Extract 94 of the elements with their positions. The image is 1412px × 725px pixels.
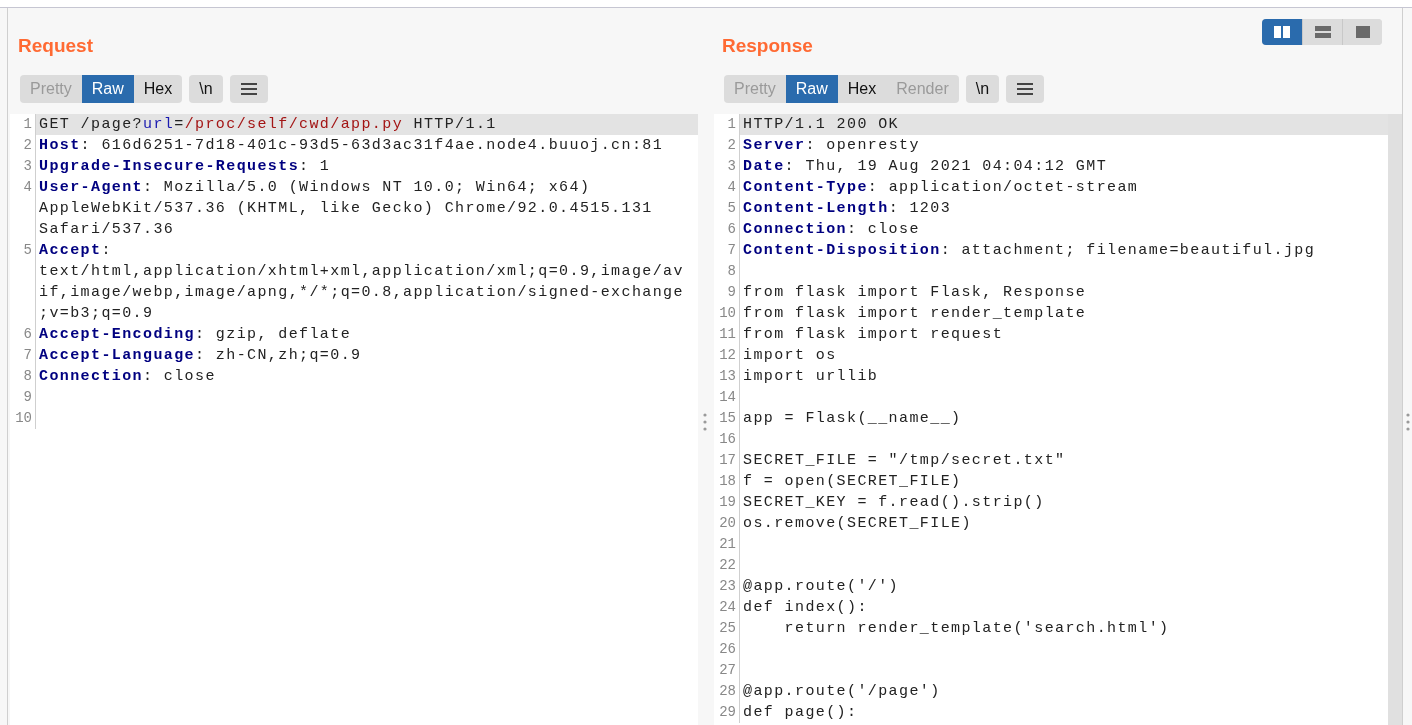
code-line: @app.route('/') [743,577,900,597]
view-tab[interactable]: Raw [785,75,838,103]
code-line: SECRET_KEY = f.read().strip() [743,493,1045,513]
line-number: 6 [23,325,32,344]
menu-icon [240,83,257,95]
code-line: Host: 616d6251-7d18-401c-93d5-63d3ac31f4ae.node4.buuoj.cn:81 [39,136,664,156]
code-line: Accept: [39,241,113,261]
code-line: app = Flask(__name__) [743,409,962,429]
line-number: 25 [719,619,736,638]
line-number: 8 [727,262,736,281]
drag-handle-icon[interactable] [703,411,707,432]
code-line: Accept-Encoding: gzip, deflate [39,325,352,345]
line-number: 5 [23,241,32,260]
menu-icon [1017,83,1034,95]
line-number: 7 [727,241,736,260]
code-line: Date: Thu, 19 Aug 2021 04:04:12 GMT [743,157,1108,177]
line-number: 24 [719,598,736,617]
line-number: 15 [719,409,736,428]
line-number: 8 [23,367,32,386]
code-line: Content-Type: application/octet-stream [743,178,1139,198]
line-number: 21 [719,535,736,554]
code-line: Server: openresty [743,136,920,156]
line-number: 28 [719,682,736,701]
line-number: 16 [719,430,736,449]
line-number: 11 [719,325,736,344]
line-number: 3 [727,157,736,176]
code-line: Safari/537.36 [39,220,176,240]
line-number: 6 [727,220,736,239]
code-line: import os [743,346,837,366]
line-number: 23 [719,577,736,596]
code-line: User-Agent: Mozilla/5.0 (Windows NT 10.0; Win64; x64) [39,178,592,198]
line-number: 12 [719,346,736,365]
code-line: AppleWebKit/537.36 (KHTML, like Gecko) Chrome/92.0.4515.131 [39,199,653,219]
code-line: os.remove(SECRET_FILE) [743,514,972,534]
layout-button[interactable] [1342,19,1382,45]
split-columns-icon [1274,26,1290,38]
code-line: Content-Length: 1203 [743,199,952,219]
single-pane-icon [1355,26,1370,38]
code-line: if,image/webp,image/apng,*/*;q=0.8,application/signed-exchange [39,283,684,303]
code-line: from flask import Flask, Response [743,283,1087,303]
newline-toggle-button[interactable]: \n [189,75,223,103]
code-line: Connection: close [39,367,216,387]
line-number: 2 [727,136,736,155]
line-number: 5 [727,199,736,218]
menu-button[interactable] [229,75,268,103]
code-line: @app.route('/page') [743,682,941,702]
code-line: import urllib [743,367,879,387]
line-number: 10 [719,304,736,323]
line-number: 7 [23,346,32,365]
code-line: from flask import render_template [743,304,1087,324]
code-line: Upgrade-Insecure-Requests: 1 [39,157,331,177]
line-number: 20 [719,514,736,533]
split-rows-icon [1314,26,1331,38]
line-number: 29 [719,703,736,722]
drag-handle-icon[interactable] [1405,411,1410,432]
code-line: Connection: close [743,220,920,240]
newline-toggle-button[interactable]: \n [965,75,1000,103]
line-number: 13 [719,367,736,386]
line-number: 19 [719,493,736,512]
line-number: 14 [719,388,736,407]
line-number: 18 [719,472,736,491]
code-line: Accept-Language: zh-CN,zh;q=0.9 [39,346,362,366]
line-number: 26 [719,640,736,659]
view-tab[interactable]: Raw [81,75,134,103]
code-line: ;v=b3;q=0.9 [39,304,155,324]
line-number: 4 [727,178,736,197]
code-line: def index(): [743,598,868,618]
line-number: 27 [719,661,736,680]
line-number: 10 [15,409,32,428]
line-number: 9 [23,388,32,407]
code-line: f = open(SECRET_FILE) [743,472,962,492]
code-line: def page(): [743,703,858,723]
code-line: SECRET_FILE = "/tmp/secret.txt" [743,451,1066,471]
code-line: text/html,application/xhtml+xml,application/xml;q=0.9,image/av [39,262,684,282]
code-line: from flask import request [743,325,1004,345]
line-number: 4 [23,178,32,197]
line-number: 2 [23,136,32,155]
code-line: GET /page?url=/proc/self/cwd/app.py HTTP/1.1 [39,115,497,135]
line-number: 17 [719,451,736,470]
code-line: return render_template('search.html') [783,619,1170,639]
line-number: 9 [727,283,736,302]
scrollbar[interactable] [1388,114,1402,725]
code-line: Content-Disposition: attachment; filename=beautiful.jpg [743,241,1316,261]
view-tab[interactable]: Hex [133,75,183,103]
layout-button[interactable] [1262,19,1302,45]
pane-title: Request [18,34,93,58]
view-tab[interactable]: Hex [837,75,887,103]
line-number: 22 [719,556,736,575]
menu-button[interactable] [1006,75,1045,103]
line-number: 3 [23,157,32,176]
line-number: 1 [23,115,32,134]
pane-title: Response [722,34,813,58]
code-line: HTTP/1.1 200 OK [743,115,900,135]
line-number: 1 [727,115,736,134]
